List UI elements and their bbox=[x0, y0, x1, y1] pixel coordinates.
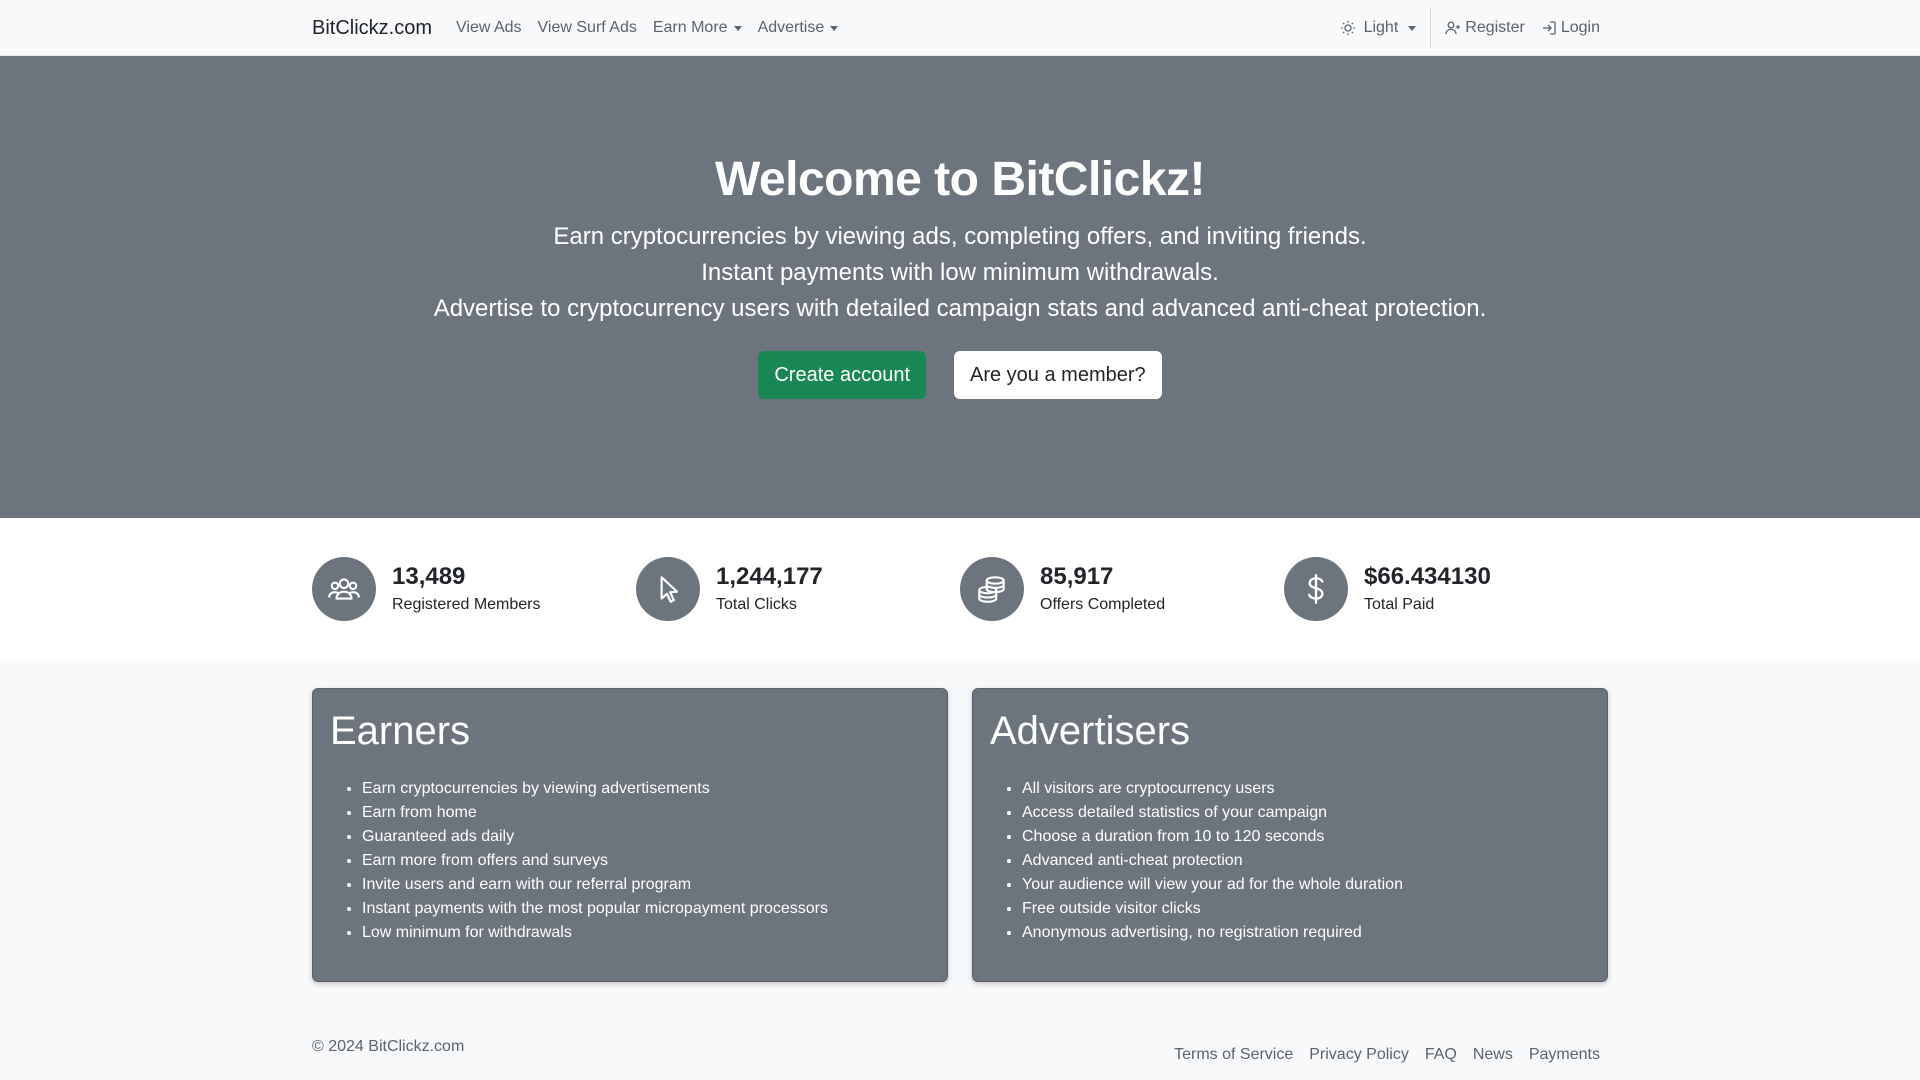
footer-link-news[interactable]: News bbox=[1473, 1046, 1513, 1064]
stat-text: 85,917 Offers Completed bbox=[1040, 562, 1165, 616]
stats-section: 13,489 Registered Members 1,244,177 Tota… bbox=[0, 518, 1920, 660]
advertisers-list: All visitors are cryptocurrency users Ac… bbox=[990, 777, 1590, 945]
nav-advertise-dropdown[interactable]: Advertise bbox=[758, 19, 839, 37]
stats-container: 13,489 Registered Members 1,244,177 Tota… bbox=[312, 518, 1608, 660]
footer-link-payments[interactable]: Payments bbox=[1529, 1046, 1600, 1064]
list-item: Guaranteed ads daily bbox=[362, 825, 930, 849]
stat-registered-members: 13,489 Registered Members bbox=[312, 557, 636, 621]
nav-advertise-label: Advertise bbox=[757, 19, 825, 36]
theme-toggle-dropdown[interactable]: Light bbox=[1340, 19, 1417, 37]
coins-icon bbox=[960, 557, 1024, 621]
person-plus-icon bbox=[1445, 21, 1461, 35]
earners-card: Earners Earn cryptocurrencies by viewing… bbox=[312, 688, 948, 982]
hero-line-advertise: Advertise to cryptocurrency users with d… bbox=[433, 295, 1487, 322]
create-account-button[interactable]: Create account bbox=[758, 351, 926, 399]
login-arrow-icon bbox=[1542, 21, 1556, 35]
advertisers-card: Advertisers All visitors are cryptocurre… bbox=[972, 688, 1608, 982]
navbar-right: Light Register Login bbox=[1340, 8, 1608, 48]
login-link[interactable]: Login bbox=[1541, 19, 1600, 37]
earners-title: Earners bbox=[330, 709, 471, 753]
footer-link-terms[interactable]: Terms of Service bbox=[1174, 1046, 1293, 1064]
list-item: Earn from home bbox=[362, 801, 930, 825]
stat-total-clicks: 1,244,177 Total Clicks bbox=[636, 557, 960, 621]
nav-view-ads[interactable]: View Ads bbox=[456, 19, 522, 37]
caret-down-icon bbox=[733, 25, 742, 31]
nav-earn-more-label: Earn More bbox=[652, 19, 728, 36]
navbar-container: BitClickz.com View Ads View Surf Ads Ear… bbox=[312, 0, 1608, 56]
stat-label: Total Clicks bbox=[716, 596, 797, 613]
list-item: Choose a duration from 10 to 120 seconds bbox=[1022, 825, 1590, 849]
nav-earn-more-dropdown[interactable]: Earn More bbox=[653, 19, 742, 37]
hero-title: Welcome to BitClickz! bbox=[714, 153, 1206, 206]
list-item: Access detailed statistics of your campa… bbox=[1022, 801, 1590, 825]
list-item: Low minimum for withdrawals bbox=[362, 921, 930, 945]
list-item: Advanced anti-cheat protection bbox=[1022, 849, 1590, 873]
stat-label: Total Paid bbox=[1364, 596, 1435, 613]
hero-section: Welcome to BitClickz! Earn cryptocurrenc… bbox=[0, 56, 1920, 518]
caret-down-icon bbox=[1408, 25, 1417, 31]
hero-line-earn: Earn cryptocurrencies by viewing ads, co… bbox=[553, 223, 1367, 250]
list-item: Free outside visitor clicks bbox=[1022, 897, 1590, 921]
list-item: Your audience will view your ad for the … bbox=[1022, 873, 1590, 897]
stat-text: $66.434130 Total Paid bbox=[1364, 562, 1491, 616]
nav-view-surf-ads[interactable]: View Surf Ads bbox=[538, 19, 637, 37]
register-link[interactable]: Register bbox=[1445, 19, 1525, 37]
caret-down-icon bbox=[830, 25, 839, 31]
register-label: Register bbox=[1465, 19, 1525, 36]
hero-line-payments: Instant payments with low minimum withdr… bbox=[701, 259, 1219, 286]
users-icon bbox=[312, 557, 376, 621]
top-navbar: BitClickz.com View Ads View Surf Ads Ear… bbox=[0, 0, 1920, 56]
page-footer: © 2024 BitClickz.com Terms of Service Pr… bbox=[0, 982, 1920, 1080]
list-item: Earn more from offers and surveys bbox=[362, 849, 930, 873]
list-item: All visitors are cryptocurrency users bbox=[1022, 777, 1590, 801]
cursor-icon bbox=[636, 557, 700, 621]
list-item: Anonymous advertising, no registration r… bbox=[1022, 921, 1590, 945]
advertisers-title: Advertisers bbox=[990, 709, 1191, 753]
stat-value: $66.434130 bbox=[1364, 563, 1491, 590]
login-label: Login bbox=[1560, 19, 1600, 36]
hero-buttons: Create account Are you a member? bbox=[0, 351, 1920, 399]
brand-link[interactable]: BitClickz.com bbox=[312, 17, 432, 40]
footer-link-privacy[interactable]: Privacy Policy bbox=[1309, 1046, 1409, 1064]
sun-icon bbox=[1340, 21, 1355, 35]
stat-value: 85,917 bbox=[1040, 563, 1114, 590]
list-item: Instant payments with the most popular m… bbox=[362, 897, 930, 921]
features-container: Earners Earn cryptocurrencies by viewing… bbox=[312, 660, 1608, 982]
navbar-divider bbox=[1430, 8, 1432, 48]
stat-value: 1,244,177 bbox=[716, 563, 823, 590]
footer-container: © 2024 BitClickz.com Terms of Service Pr… bbox=[312, 982, 1608, 1080]
stat-text: 1,244,177 Total Clicks bbox=[716, 562, 823, 616]
hero-lead: Earn cryptocurrencies by viewing ads, co… bbox=[0, 219, 1920, 327]
stat-offers-completed: 85,917 Offers Completed bbox=[960, 557, 1284, 621]
stat-text: 13,489 Registered Members bbox=[392, 562, 541, 616]
earners-list: Earn cryptocurrencies by viewing adverti… bbox=[330, 777, 930, 945]
list-item: Invite users and earn with our referral … bbox=[362, 873, 930, 897]
member-login-button[interactable]: Are you a member? bbox=[954, 351, 1162, 399]
stat-label: Registered Members bbox=[392, 596, 541, 613]
theme-label: Light bbox=[1363, 19, 1399, 36]
stat-total-paid: $66.434130 Total Paid bbox=[1284, 557, 1608, 621]
features-section: Earners Earn cryptocurrencies by viewing… bbox=[0, 660, 1920, 982]
dollar-icon bbox=[1284, 557, 1348, 621]
footer-links: Terms of Service Privacy Policy FAQ News… bbox=[1174, 1046, 1600, 1064]
copyright-text: © 2024 BitClickz.com bbox=[312, 1038, 465, 1055]
list-item: Earn cryptocurrencies by viewing adverti… bbox=[362, 777, 930, 801]
footer-link-faq[interactable]: FAQ bbox=[1425, 1046, 1457, 1064]
stat-label: Offers Completed bbox=[1040, 596, 1166, 613]
stat-value: 13,489 bbox=[392, 563, 466, 590]
